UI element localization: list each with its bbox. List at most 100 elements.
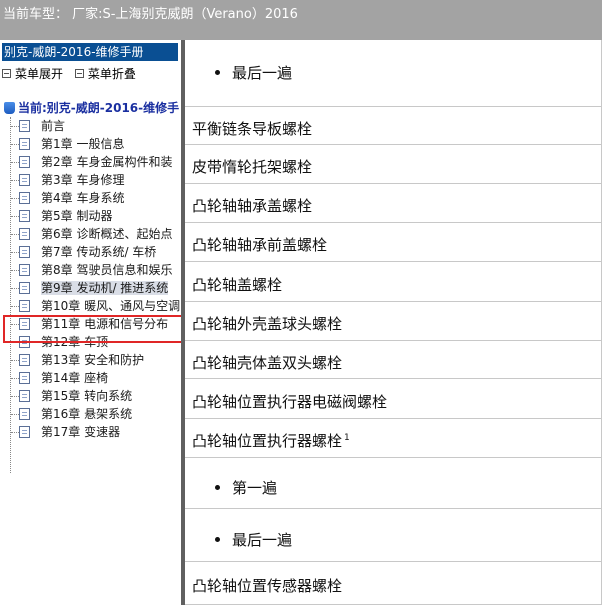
tree-branch bbox=[11, 198, 19, 199]
sidebar-item-label: 第11章 电源和信号分布 bbox=[41, 317, 169, 331]
sidebar-item-label: 第9章 发动机/ 推进系统 bbox=[41, 281, 169, 295]
tree-root-label: 当前:别克-威朗-2016-维修手 bbox=[18, 101, 180, 115]
document-icon bbox=[19, 138, 30, 150]
sidebar-item-chapter[interactable]: 第12章 车顶 bbox=[0, 333, 181, 351]
sidebar-item-chapter[interactable]: 第13章 安全和防护 bbox=[0, 351, 181, 369]
tree-branch bbox=[11, 396, 19, 397]
sidebar-item-chapter[interactable]: 第1章 一般信息 bbox=[0, 135, 181, 153]
document-icon bbox=[19, 282, 30, 294]
document-icon bbox=[19, 354, 30, 366]
document-icon bbox=[19, 264, 30, 276]
document-icon bbox=[19, 246, 30, 258]
sidebar-item-label: 第14章 座椅 bbox=[41, 371, 109, 385]
torque-spec-label: 凸轮轴位置执行器螺栓 bbox=[192, 432, 343, 450]
torque-spec-label: 凸轮轴轴承盖螺栓 bbox=[192, 197, 313, 215]
document-icon bbox=[19, 156, 30, 168]
document-icon bbox=[19, 336, 30, 348]
tree-branch bbox=[11, 126, 19, 127]
document-icon bbox=[19, 300, 30, 312]
manual-title[interactable]: 别克-威朗-2016-维修手册 bbox=[2, 43, 178, 61]
expand-icon bbox=[2, 69, 11, 78]
bullet-icon bbox=[215, 537, 220, 542]
tree-branch bbox=[11, 360, 19, 361]
torque-spec-label: 最后一遍 bbox=[232, 64, 293, 82]
sidebar-item-chapter[interactable]: 第3章 车身修理 bbox=[0, 171, 181, 189]
table-row: 凸轮轴轴承前盖螺栓 bbox=[185, 223, 602, 262]
sidebar-item-label: 第12章 车顶 bbox=[41, 335, 109, 349]
sidebar-item-chapter[interactable]: 第9章 发动机/ 推进系统 bbox=[0, 279, 181, 297]
torque-spec-label: 皮带惰轮托架螺栓 bbox=[192, 158, 313, 176]
document-icon bbox=[19, 408, 30, 420]
torque-spec-label: 凸轮轴外壳盖球头螺栓 bbox=[192, 315, 343, 333]
sidebar-item-label: 第15章 转向系统 bbox=[41, 389, 133, 403]
table-row: 凸轮轴位置执行器电磁阀螺栓 bbox=[185, 379, 602, 419]
bullet-icon bbox=[215, 70, 220, 75]
document-icon bbox=[19, 174, 30, 186]
table-row: 最后一遍 bbox=[185, 509, 602, 562]
sidebar-item-chapter[interactable]: 前言 bbox=[0, 117, 181, 135]
tree-branch bbox=[11, 180, 19, 181]
table-row: 凸轮轴轴承盖螺栓 bbox=[185, 184, 602, 223]
sidebar-item-chapter[interactable]: 第11章 电源和信号分布 bbox=[0, 315, 181, 333]
torque-spec-label: 最后一遍 bbox=[232, 531, 293, 549]
sidebar-item-chapter[interactable]: 第17章 变速器 bbox=[0, 423, 181, 441]
sidebar-item-label: 第4章 车身系统 bbox=[41, 191, 125, 205]
tree-branch bbox=[11, 270, 19, 271]
sidebar-item-label: 第3章 车身修理 bbox=[41, 173, 125, 187]
sidebar-item-chapter[interactable]: 第6章 诊断概述、起始点 bbox=[0, 225, 181, 243]
table-row: 平衡链条导板螺栓 bbox=[185, 107, 602, 145]
sidebar-item-chapter[interactable]: 第16章 悬架系统 bbox=[0, 405, 181, 423]
menu-collapse-button[interactable]: 菜单折叠 bbox=[74, 65, 136, 82]
table-row: 皮带惰轮托架螺栓 bbox=[185, 145, 602, 184]
tree-branch bbox=[11, 234, 19, 235]
document-icon bbox=[19, 210, 30, 222]
tree-branch bbox=[11, 288, 19, 289]
document-icon bbox=[19, 228, 30, 240]
table-row: 第一遍 bbox=[185, 458, 602, 509]
vehicle-title: 当前车型： 厂家:S-上海别克威朗（Verano）2016 bbox=[3, 7, 298, 22]
tree-branch bbox=[11, 414, 19, 415]
footnote-marker[interactable]: 1 bbox=[344, 433, 350, 443]
sidebar: 别克-威朗-2016-维修手册 菜单展开 菜单折叠 当前:别克-威朗-2016-… bbox=[0, 40, 181, 605]
tree-branch bbox=[11, 378, 19, 379]
sidebar-item-chapter[interactable]: 第4章 车身系统 bbox=[0, 189, 181, 207]
content-pane: 最后一遍 平衡链条导板螺栓 皮带惰轮托架螺栓 凸轮轴轴承盖螺栓 凸轮轴轴承前盖螺栓 凸轮轴… bbox=[185, 40, 602, 605]
table-row: 凸轮轴外壳盖球头螺栓 bbox=[185, 302, 602, 341]
sidebar-item-label: 第13章 安全和防护 bbox=[41, 353, 145, 367]
sidebar-item-chapter[interactable]: 第8章 驾驶员信息和娱乐 bbox=[0, 261, 181, 279]
table-row: 凸轮轴位置传感器螺栓 bbox=[185, 562, 602, 605]
document-icon bbox=[19, 120, 30, 132]
tree-root[interactable]: 当前:别克-威朗-2016-维修手 bbox=[4, 99, 179, 116]
table-row: 凸轮轴壳体盖双头螺栓 bbox=[185, 341, 602, 379]
document-icon bbox=[19, 372, 30, 384]
tree-branch bbox=[11, 432, 19, 433]
torque-spec-label: 凸轮轴壳体盖双头螺栓 bbox=[192, 354, 343, 372]
sidebar-item-label: 第7章 传动系统/ 车桥 bbox=[41, 245, 157, 259]
sidebar-item-chapter[interactable]: 第15章 转向系统 bbox=[0, 387, 181, 405]
menu-expand-button[interactable]: 菜单展开 bbox=[2, 65, 63, 82]
document-icon bbox=[19, 318, 30, 330]
collapse-icon bbox=[74, 69, 84, 78]
sidebar-item-label: 第5章 制动器 bbox=[41, 209, 113, 223]
sidebar-item-label: 第6章 诊断概述、起始点 bbox=[41, 227, 173, 241]
sidebar-item-label: 前言 bbox=[41, 119, 66, 133]
tree-branch bbox=[11, 216, 19, 217]
sidebar-item-chapter[interactable]: 第14章 座椅 bbox=[0, 369, 181, 387]
menu-collapse-label: 菜单折叠 bbox=[87, 67, 136, 81]
document-icon bbox=[19, 426, 30, 438]
sidebar-item-chapter[interactable]: 第10章 暖风、通风与空调 bbox=[0, 297, 181, 315]
torque-spec-label: 凸轮轴轴承前盖螺栓 bbox=[192, 236, 328, 254]
sidebar-item-chapter[interactable]: 第7章 传动系统/ 车桥 bbox=[0, 243, 181, 261]
torque-spec-label: 凸轮轴盖螺栓 bbox=[192, 276, 283, 294]
sidebar-item-label: 第8章 驾驶员信息和娱乐 bbox=[41, 263, 173, 277]
title-bar: 当前车型： 厂家:S-上海别克威朗（Verano）2016 bbox=[0, 0, 602, 40]
sidebar-item-chapter[interactable]: 第2章 车身金属构件和装 bbox=[0, 153, 181, 171]
sidebar-item-chapter[interactable]: 第5章 制动器 bbox=[0, 207, 181, 225]
bullet-icon bbox=[215, 485, 220, 490]
menu-controls: 菜单展开 菜单折叠 bbox=[2, 65, 144, 82]
table-row: 凸轮轴位置执行器螺栓 1 bbox=[185, 419, 602, 458]
torque-spec-label: 凸轮轴位置传感器螺栓 bbox=[192, 577, 343, 595]
sidebar-item-label: 第10章 暖风、通风与空调 bbox=[41, 299, 181, 313]
torque-spec-label: 第一遍 bbox=[232, 479, 278, 497]
sidebar-item-label: 第17章 变速器 bbox=[41, 425, 121, 439]
